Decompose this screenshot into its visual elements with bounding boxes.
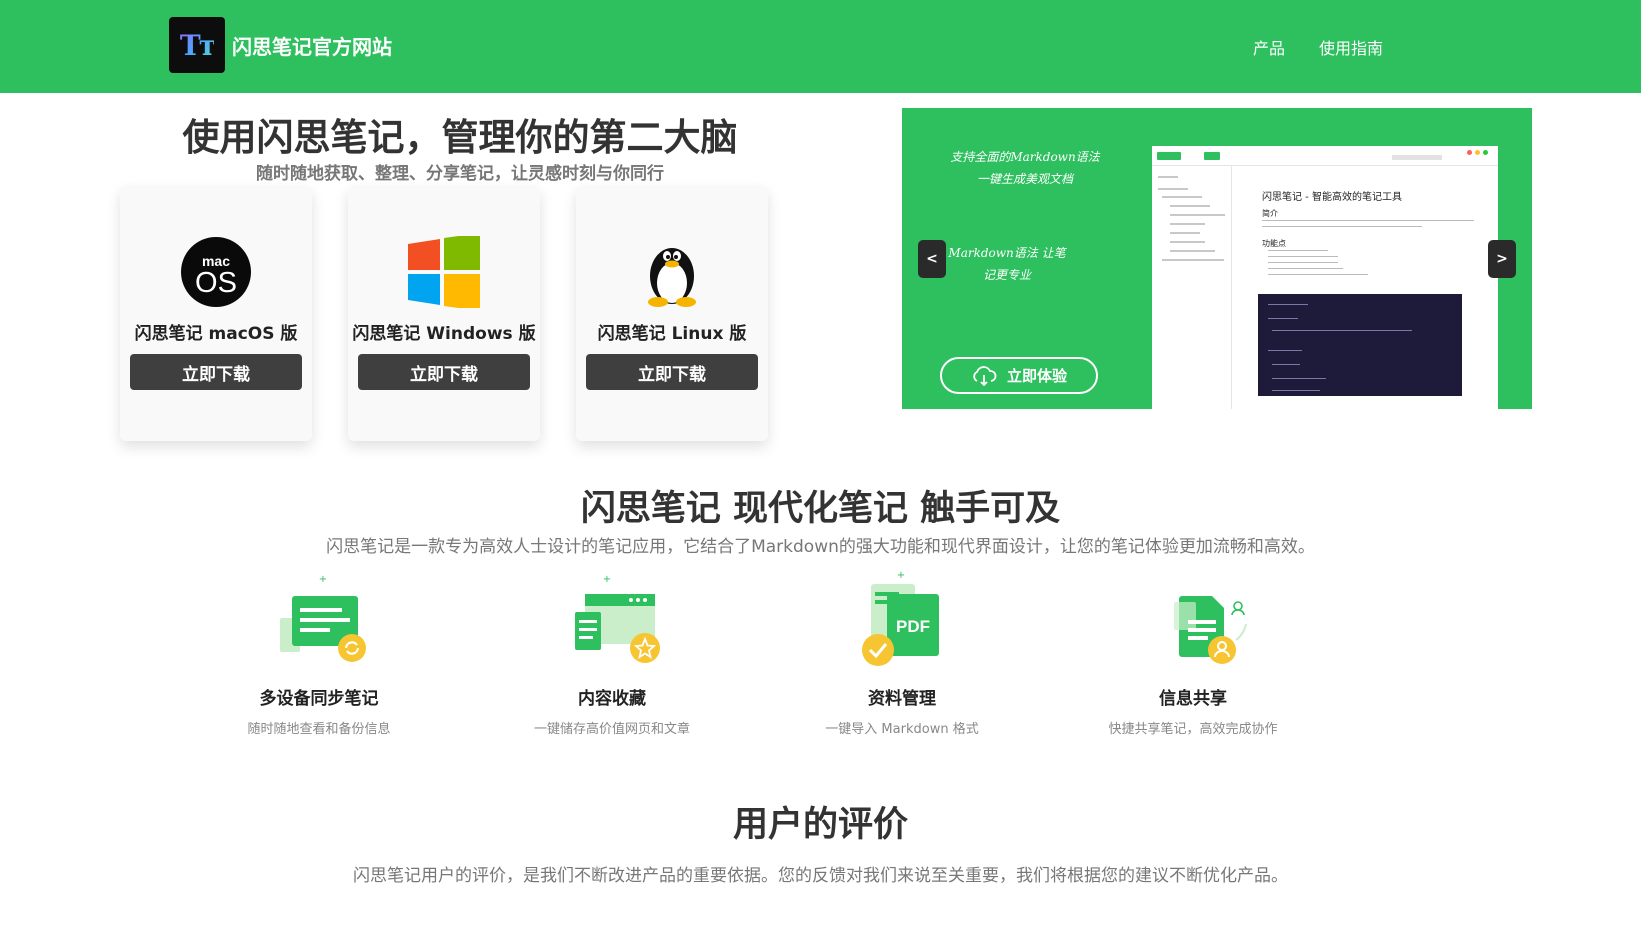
carousel-caption-1b: 一键生成美观文档: [976, 172, 1073, 186]
reviews-title: 用户的评价: [732, 805, 908, 845]
feature-desc-share: 快捷共享笔记，高效完成协作: [1108, 722, 1278, 737]
carousel-caption-2: Markdown语法 让笔 记更专业: [942, 242, 1072, 286]
try-now-button[interactable]: 立即体验: [940, 357, 1098, 394]
nav-products[interactable]: 产品: [1253, 35, 1285, 59]
reviews-description: 闪思笔记用户的评价，是我们不断改进产品的重要依据。您的反馈对我们来说至关重要，我…: [353, 866, 1288, 886]
macos-icon: mac OS: [181, 237, 251, 307]
svg-text:+: +: [897, 570, 905, 581]
download-name-macos: 闪思笔记 macOS 版: [134, 324, 298, 344]
download-name-linux: 闪思笔记 Linux 版: [597, 324, 747, 344]
svg-text:+: +: [603, 574, 611, 585]
share-user-icon: [1174, 596, 1247, 664]
hero-title: 使用闪思笔记，管理你的第二大脑: [182, 116, 738, 159]
feature-desc-sync: 随时随地查看和备份信息: [247, 722, 391, 737]
svg-text:+: +: [319, 574, 327, 585]
pdf-document-icon: PDF +: [862, 570, 939, 666]
try-now-label: 立即体验: [1006, 367, 1067, 385]
cloud-download-icon: [973, 365, 997, 386]
top-header: Tт 闪思笔记官方网站 产品 使用指南: [0, 0, 1641, 93]
hero-subtitle: 随时随地获取、整理、分享笔记，让灵感时刻与你同行: [256, 164, 664, 184]
collect-star-icon: +: [575, 574, 660, 663]
svg-text:OS: OS: [195, 267, 237, 299]
screenshot-heading-features: 功能点: [1262, 239, 1286, 248]
site-logo[interactable]: Tт: [169, 17, 225, 73]
screenshot-sidebar: [1152, 166, 1232, 409]
feature-title-files: 资料管理: [868, 689, 936, 709]
download-card-windows: 闪思笔记 Windows 版 立即下载: [348, 186, 540, 441]
linux-tux-icon: [648, 248, 696, 307]
app-screenshot: 闪思笔记 - 智能高效的笔记工具 简介 功能点: [1152, 146, 1498, 409]
carousel-caption-1: 支持全面的Markdown语法 一键生成美观文档: [950, 146, 1100, 190]
carousel-caption-2a: Markdown语法 让笔: [948, 246, 1066, 260]
download-button-linux[interactable]: 立即下载: [586, 354, 758, 390]
window-dots-icon: [1467, 150, 1488, 155]
feature-desc-collect: 一键储存高价值网页和文章: [533, 722, 690, 737]
download-button-windows[interactable]: 立即下载: [358, 354, 530, 390]
sync-notes-icon: +: [280, 574, 366, 662]
screenshot-doc-title: 闪思笔记 - 智能高效的笔记工具: [1262, 192, 1402, 203]
carousel-prev-button[interactable]: <: [918, 240, 946, 278]
screenshot-code-block: [1258, 294, 1462, 396]
feature-title-share: 信息共享: [1159, 689, 1227, 709]
download-name-windows: 闪思笔记 Windows 版: [352, 324, 536, 344]
download-card-macos: mac OS 闪思笔记 macOS 版 立即下载: [120, 186, 312, 441]
feature-carousel: 支持全面的Markdown语法 一键生成美观文档 Markdown语法 让笔 记…: [902, 108, 1532, 409]
svg-text:PDF: PDF: [896, 617, 930, 636]
windows-icon: [408, 236, 480, 308]
nav-user-guide[interactable]: 使用指南: [1319, 35, 1383, 59]
screenshot-heading-intro: 简介: [1262, 209, 1278, 218]
logo-text: Tт: [179, 28, 216, 62]
feature-title-collect: 内容收藏: [578, 689, 646, 709]
site-name[interactable]: 闪思笔记官方网站: [232, 31, 392, 60]
feature-title-sync: 多设备同步笔记: [259, 689, 379, 709]
download-button-macos[interactable]: 立即下载: [130, 354, 302, 390]
screenshot-toolbar: [1152, 146, 1498, 166]
download-card-linux: 闪思笔记 Linux 版 立即下载: [576, 186, 768, 441]
carousel-caption-2b: 记更专业: [982, 268, 1031, 282]
carousel-next-button[interactable]: >: [1488, 240, 1516, 278]
carousel-caption-1a: 支持全面的Markdown语法: [950, 150, 1100, 164]
feature-desc-files: 一键导入 Markdown 格式: [825, 722, 979, 737]
features-description: 闪思笔记是一款专为高效人士设计的笔记应用，它结合了Markdown的强大功能和现…: [326, 537, 1315, 557]
features-title: 闪思笔记 现代化笔记 触手可及: [580, 489, 1061, 529]
